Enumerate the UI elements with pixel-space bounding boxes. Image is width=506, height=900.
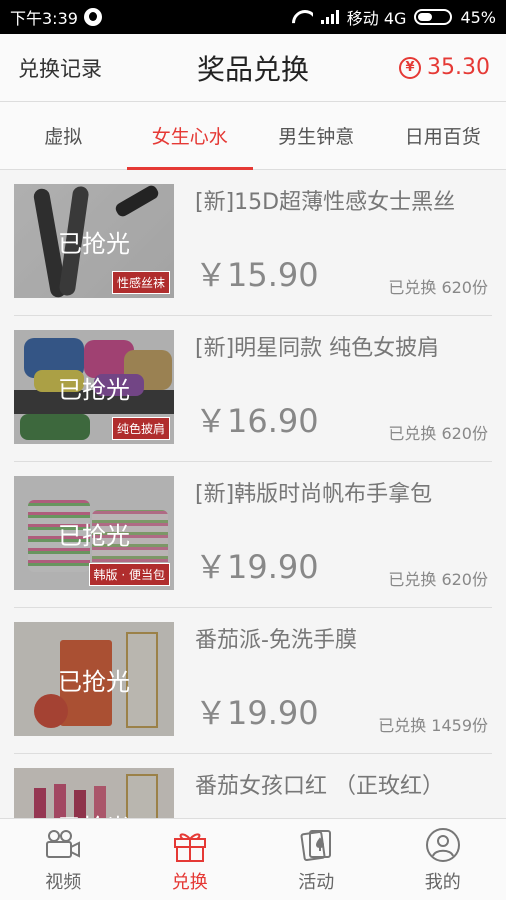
- product-image: 已抢光: [14, 622, 174, 736]
- carrier-label: 移动 4G: [346, 9, 407, 28]
- product-price: ￥19.90: [195, 548, 319, 586]
- user-icon: [423, 826, 463, 864]
- product-badge: 纯色披肩: [111, 417, 170, 440]
- sold-count: 已兑换 620份: [388, 424, 488, 443]
- product-item[interactable]: 已抢光 韩版 · 便当包 [新]韩版时尚帆布手拿包 ￥19.90 已兑换 620…: [14, 462, 492, 608]
- nav-video[interactable]: 视频: [0, 819, 127, 900]
- product-item[interactable]: 已抢光 纯色披肩 [新]明星同款 纯色女披肩 ￥16.90 已兑换 620份: [14, 316, 492, 462]
- product-image: 已抢光 性感丝袜: [14, 184, 174, 298]
- video-camera-icon: [43, 826, 83, 864]
- sold-count: 已兑换 620份: [388, 278, 488, 297]
- product-item[interactable]: 已抢光 性感丝袜 [新]15D超薄性感女士黑丝 ￥15.90 已兑换 620份: [14, 170, 492, 316]
- tab-boys[interactable]: 男生钟意: [253, 102, 380, 169]
- product-item[interactable]: 已抢光 番茄女孩口红 （正玫红）: [14, 754, 492, 818]
- product-image: 已抢光 纯色披肩: [14, 330, 174, 444]
- tab-girls[interactable]: 女生心水: [126, 102, 254, 170]
- sold-count: 已兑换 1459份: [378, 716, 488, 735]
- status-time: 下午3:39: [10, 9, 78, 28]
- signal-icon: [320, 10, 339, 24]
- nav-activity-label: 活动: [298, 871, 335, 893]
- qq-notification-icon: [83, 8, 102, 26]
- product-list[interactable]: 已抢光 性感丝袜 [新]15D超薄性感女士黑丝 ￥15.90 已兑换 620份 …: [0, 170, 506, 818]
- product-image: 已抢光 韩版 · 便当包: [14, 476, 174, 590]
- sold-count: 已兑换 620份: [388, 570, 488, 589]
- product-title: 番茄派-免洗手膜: [195, 628, 357, 653]
- product-badge: 性感丝袜: [111, 271, 170, 294]
- product-title: 番茄女孩口红 （正玫红）: [195, 774, 444, 799]
- bottom-nav: 视频 兑换 活动 我的: [0, 818, 506, 900]
- product-image: 已抢光: [14, 768, 174, 818]
- wifi-icon: [291, 9, 313, 25]
- gift-icon: [170, 826, 210, 864]
- nav-mine[interactable]: 我的: [380, 819, 506, 900]
- product-badge: 韩版 · 便当包: [88, 563, 170, 586]
- sold-out-overlay: 已抢光: [14, 768, 174, 818]
- category-tabs: 虚拟 女生心水 男生钟意 日用百货: [0, 102, 506, 170]
- balance-value: 35.30: [427, 55, 490, 80]
- product-title: [新]韩版时尚帆布手拿包: [195, 482, 433, 507]
- tab-daily-goods[interactable]: 日用百货: [380, 102, 506, 169]
- nav-exchange-label: 兑换: [171, 871, 208, 893]
- balance-display: ¥ 35.30: [399, 55, 490, 80]
- tab-virtual[interactable]: 虚拟: [0, 102, 127, 169]
- battery-label: 45%: [460, 7, 496, 27]
- nav-video-label: 视频: [45, 871, 82, 893]
- header: 兑换记录 奖品兑换 ¥ 35.30: [0, 34, 506, 102]
- product-title: [新]15D超薄性感女士黑丝: [195, 190, 456, 215]
- product-price: ￥15.90: [195, 256, 319, 294]
- coin-icon: ¥: [399, 56, 422, 79]
- playing-cards-icon: [296, 826, 336, 864]
- product-title: [新]明星同款 纯色女披肩: [195, 336, 440, 361]
- product-price: ￥19.90: [195, 694, 319, 732]
- nav-mine-label: 我的: [424, 871, 461, 893]
- product-price: ￥16.90: [195, 402, 319, 440]
- status-bar: 下午3:39 移动 4G 45%: [0, 0, 506, 34]
- battery-icon: [414, 9, 453, 25]
- product-item[interactable]: 已抢光 番茄派-免洗手膜 ￥19.90 已兑换 1459份: [14, 608, 492, 754]
- exchange-history-link[interactable]: 兑换记录: [18, 53, 102, 83]
- sold-out-overlay: 已抢光: [14, 622, 174, 736]
- nav-activity[interactable]: 活动: [253, 819, 380, 900]
- nav-exchange[interactable]: 兑换: [127, 819, 254, 900]
